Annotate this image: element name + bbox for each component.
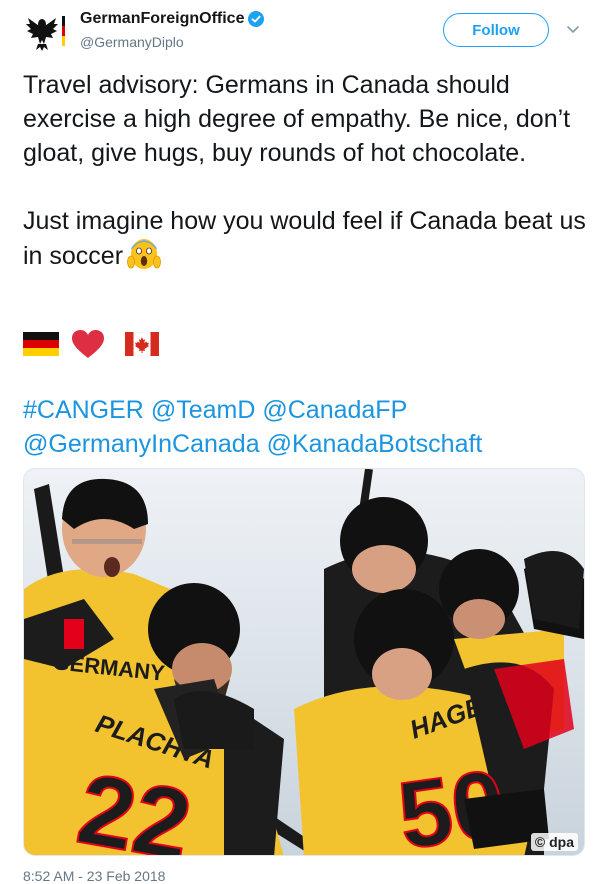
hashtag-canger[interactable]: #CANGER <box>23 396 144 424</box>
german-flag-icon <box>23 332 59 356</box>
avatar[interactable] <box>22 10 74 52</box>
chevron-down-icon[interactable] <box>566 24 580 36</box>
hashtags-mentions: #CANGER @TeamD @CanadaFP @GermanyInCanad… <box>23 393 593 461</box>
mention-germanyincanada[interactable]: @GermanyInCanada <box>23 430 260 458</box>
handle[interactable]: @GermanyDiplo <box>80 34 184 50</box>
hashtags-line-2: @GermanyInCanada @KanadaBotschaft <box>23 427 593 461</box>
canada-flag-icon <box>125 332 159 356</box>
mention-kanadabotschaft[interactable]: @KanadaBotschaft <box>267 430 483 458</box>
red-heart-icon <box>72 330 104 358</box>
mention-teamd[interactable]: @TeamD <box>151 396 256 424</box>
display-name[interactable]: GermanForeignOffice <box>80 10 244 28</box>
emoji-row <box>23 328 159 360</box>
tweet-paragraph-2: Just imagine how you would feel if Canad… <box>23 204 593 273</box>
tweet-text: Travel advisory: Germans in Canada shoul… <box>23 68 593 273</box>
tweet-paragraph-1: Travel advisory: Germans in Canada shoul… <box>23 71 571 167</box>
tweet-photo[interactable]: PLACHTA 22 HAGER 50 GERMANY © dpa <box>23 468 585 856</box>
follow-button[interactable]: Follow <box>443 13 549 47</box>
tweet-paragraph-2-text: Just imagine how you would feel if Canad… <box>23 207 586 270</box>
scream-emoji-icon <box>127 239 161 269</box>
verified-badge-icon <box>248 11 265 27</box>
svg-text:22: 22 <box>70 752 199 856</box>
mention-canadafp[interactable]: @CanadaFP <box>262 396 407 424</box>
tweet-timestamp[interactable]: 8:52 AM - 23 Feb 2018 <box>23 868 165 884</box>
eagle-icon <box>26 16 65 51</box>
hashtags-line-1: #CANGER @TeamD @CanadaFP <box>23 393 593 427</box>
tweet-header: GermanForeignOffice @GermanyDiplo Follow <box>0 0 615 60</box>
photo-credit: © dpa <box>530 833 578 851</box>
hockey-team-photo: PLACHTA 22 HAGER 50 GERMANY <box>24 469 584 856</box>
name-row: GermanForeignOffice <box>80 10 265 28</box>
